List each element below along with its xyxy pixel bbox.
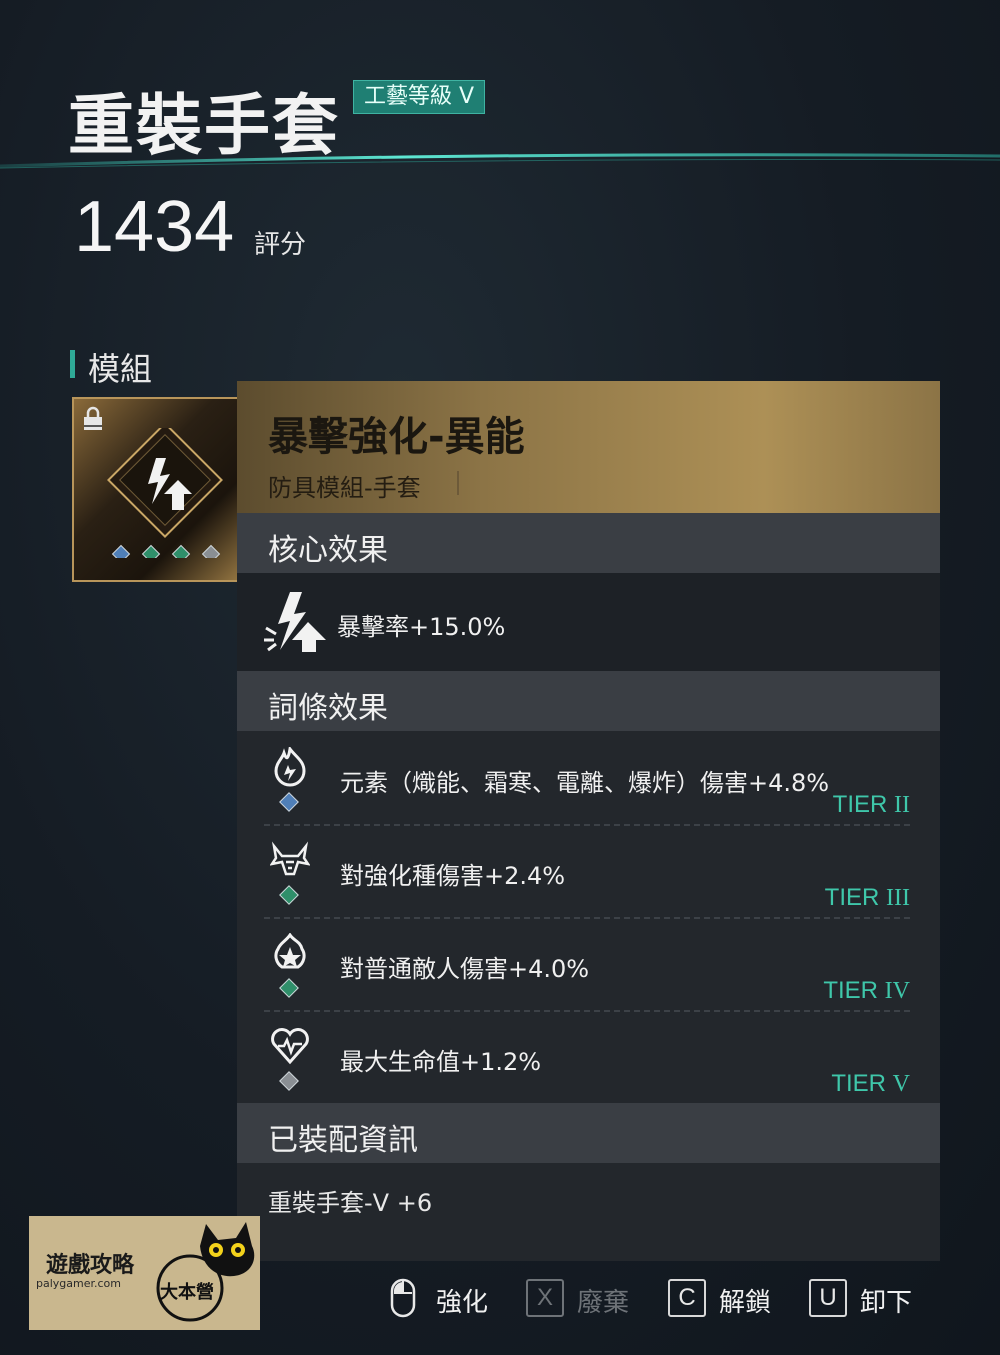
section-accent-bar — [70, 350, 75, 378]
tier-roman: IV — [884, 978, 910, 1004]
watermark-url: palygamer.com — [36, 1277, 121, 1290]
affix-tier: TIER IV — [823, 977, 910, 1005]
affix-text: 最大生命值+1.2% — [340, 1048, 542, 1076]
flame-burst-icon — [274, 933, 306, 969]
discard-button[interactable]: 廢棄 — [577, 1282, 629, 1319]
type-separator — [457, 471, 459, 495]
tier-word: TIER — [824, 884, 880, 911]
craft-level-badge: 工藝等級 V — [353, 80, 486, 114]
equipped-info-title: 已裝配資訊 — [268, 1123, 418, 1158]
affix-row: 元素（熾能、霜寒、電離、爆炸）傷害+4.8% TIER II — [264, 733, 910, 826]
cat-mascot-icon — [156, 1222, 255, 1322]
affix-text: 對普通敵人傷害+4.0% — [340, 955, 590, 983]
tier-word: TIER — [832, 791, 888, 818]
score-value: 1434 — [74, 187, 235, 267]
affix-text: 元素（熾能、霜寒、電離、爆炸）傷害+4.8% — [340, 769, 830, 797]
elemental-flame-icon — [274, 747, 306, 787]
affix-row: 對強化種傷害+2.4% TIER III — [264, 826, 910, 919]
tier-roman: II — [894, 792, 910, 818]
affix-row: 最大生命值+1.2% TIER V — [264, 1012, 910, 1105]
unlock-button[interactable]: 解鎖 — [719, 1282, 771, 1319]
tier-word: TIER — [823, 977, 878, 1004]
crit-rate-icon — [264, 592, 326, 652]
module-type: 防具模組-手套 — [268, 474, 421, 502]
affix-effect-title: 詞條效果 — [268, 691, 388, 726]
module-gem-row — [111, 544, 221, 558]
affix-row: 對普通敵人傷害+4.0% TIER IV — [264, 919, 910, 1012]
watermark-badge: 大本營 — [160, 1282, 214, 1303]
affix-gem-green — [279, 978, 299, 998]
header-glow-divider — [0, 153, 1000, 169]
equipped-item-text: 重裝手套-V +6 — [268, 1189, 433, 1217]
affix-text: 對強化種傷害+2.4% — [340, 862, 566, 890]
enhance-button[interactable]: 強化 — [436, 1282, 488, 1319]
tier-roman: V — [892, 1071, 910, 1097]
unlock-key[interactable]: C — [668, 1279, 706, 1317]
affix-gem-gray — [279, 1071, 299, 1091]
tier-roman: III — [886, 885, 910, 911]
unequip-button[interactable]: 卸下 — [860, 1282, 912, 1319]
core-effect-title: 核心效果 — [268, 533, 388, 568]
watermark-title: 遊戲攻略 — [46, 1253, 135, 1278]
core-effect-text: 暴擊率+15.0% — [337, 613, 506, 641]
horned-beast-icon — [270, 841, 310, 876]
affix-tier: TIER V — [831, 1070, 910, 1098]
crit-boost-module-icon — [107, 428, 223, 558]
affix-gem-green — [279, 885, 299, 905]
heartbeat-icon — [271, 1028, 309, 1065]
mouse-icon — [390, 1278, 416, 1318]
discard-key[interactable]: X — [526, 1279, 564, 1317]
score-unit: 評分 — [254, 230, 307, 260]
affix-tier: TIER II — [833, 791, 910, 819]
unequip-key[interactable]: U — [809, 1279, 847, 1317]
module-section-label: 模組 — [88, 350, 153, 388]
module-name: 暴擊強化-異能 — [268, 414, 525, 460]
tier-word: TIER — [831, 1070, 886, 1097]
affix-gem-blue — [279, 792, 299, 812]
affix-tier: TIER III — [825, 884, 910, 912]
